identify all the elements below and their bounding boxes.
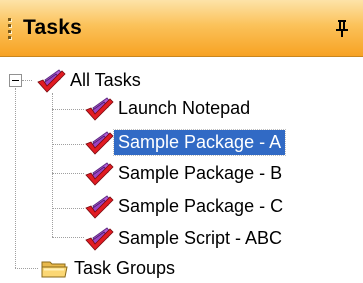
task-checkmark-icon	[85, 195, 114, 219]
tree-node-label: Sample Package - C	[118, 195, 284, 216]
tree-guide-line	[52, 208, 84, 209]
tree-node-label: All Tasks	[70, 69, 141, 90]
tree-node-label: Sample Script - ABC	[118, 227, 283, 248]
task-checkmark-icon	[85, 162, 114, 186]
tree-node-task[interactable]: Sample Package - C	[84, 193, 287, 219]
task-checkmark-icon	[85, 227, 114, 251]
tree-node-task[interactable]: Sample Package - B	[84, 160, 286, 186]
tree-guide-line	[52, 109, 84, 110]
drag-grip-icon[interactable]	[8, 18, 12, 40]
tree-guide-line	[52, 173, 84, 174]
tree-guide-line	[22, 80, 32, 81]
tree-node-all-tasks[interactable]: All Tasks	[36, 67, 145, 93]
tree-guide-line	[52, 93, 53, 237]
task-checkmark-icon	[85, 97, 114, 121]
tasks-panel: Tasks All Tasks Launch Notepad Sample Pa…	[0, 0, 363, 283]
tree-node-task[interactable]: Launch Notepad	[84, 95, 254, 121]
tree-guide-line	[52, 237, 84, 238]
tree-node-task-groups[interactable]: Task Groups	[40, 255, 179, 281]
tree-guide-line	[15, 88, 16, 268]
tasks-checkmark-icon	[37, 69, 66, 93]
task-checkmark-icon	[85, 131, 114, 155]
collapse-toggle[interactable]	[9, 74, 22, 87]
panel-title: Tasks	[23, 16, 82, 39]
tree-node-label: Task Groups	[74, 257, 176, 278]
tree-node-task[interactable]: Sample Script - ABC	[84, 225, 286, 251]
tree-node-label: Sample Package - B	[118, 162, 283, 183]
tree-node-label: Sample Package - A	[112, 128, 287, 156]
tree-guide-line	[15, 268, 38, 269]
panel-header: Tasks	[0, 0, 363, 57]
pushpin-icon[interactable]	[333, 18, 353, 38]
task-tree: All Tasks Launch Notepad Sample Package …	[0, 57, 363, 283]
tree-guide-line	[52, 144, 84, 145]
folder-icon	[41, 261, 68, 278]
tree-node-label: Launch Notepad	[118, 97, 251, 118]
tree-node-task-selected[interactable]: Sample Package - A	[84, 128, 287, 156]
